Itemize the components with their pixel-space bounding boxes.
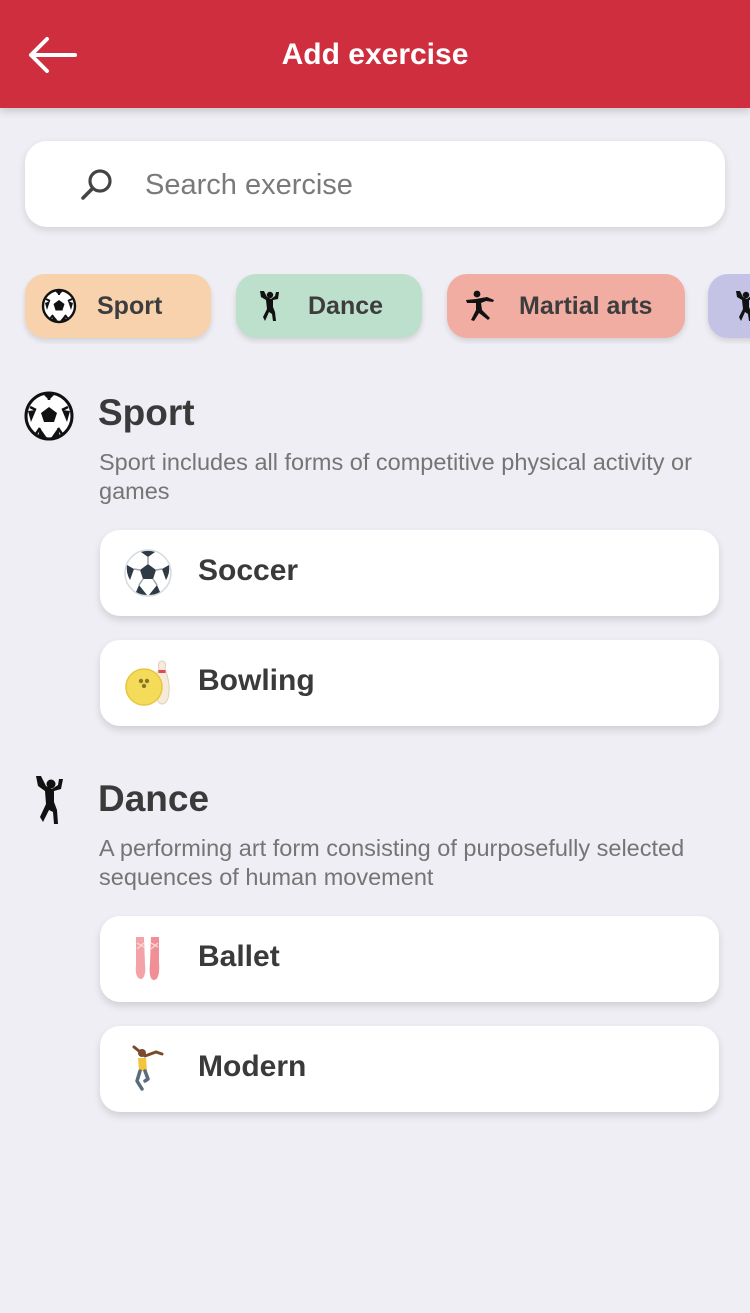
search-input[interactable]	[143, 161, 707, 209]
search-icon	[81, 169, 112, 200]
bowling-icon	[125, 660, 170, 706]
exercise-item-soccer[interactable]: Soccer	[100, 530, 719, 616]
chip-label: Dance	[308, 291, 384, 320]
chip-sport[interactable]: Sport	[25, 274, 211, 338]
exercise-item-ballet[interactable]: Ballet	[100, 916, 719, 1002]
section-description: Sport includes all forms of competitive …	[99, 449, 692, 504]
exercise-label: Ballet	[198, 940, 280, 973]
dancer-icon	[36, 776, 63, 824]
soccer-ball-icon	[124, 549, 172, 597]
exercise-label: Modern	[198, 1050, 307, 1083]
person-icon	[736, 291, 750, 321]
ballet-shoes-icon	[135, 937, 160, 980]
exercise-item-bowling[interactable]: Bowling	[100, 640, 719, 726]
chip-martial-arts[interactable]: Martial arts	[447, 274, 685, 338]
exercise-label: Soccer	[198, 554, 299, 587]
exercise-item-modern[interactable]: Modern	[100, 1026, 719, 1112]
chip-more[interactable]	[708, 274, 750, 338]
app-header: Add exercise	[0, 0, 750, 108]
category-chips: Sport Dance Martial arts	[0, 274, 750, 344]
soccer-ball-icon	[24, 391, 74, 441]
chip-label: Martial arts	[519, 291, 653, 320]
page-title: Add exercise	[281, 38, 469, 71]
chip-label: Sport	[97, 291, 163, 320]
soccer-ball-icon	[41, 288, 77, 324]
search-bar[interactable]	[25, 141, 725, 227]
martial-arts-icon	[466, 290, 494, 321]
section-title: Sport	[98, 392, 195, 433]
chip-dance[interactable]: Dance	[236, 274, 422, 338]
modern-dancer-icon	[132, 1045, 164, 1091]
section-title: Dance	[98, 778, 210, 819]
exercise-label: Bowling	[198, 664, 315, 697]
section-description: A performing art form consisting of purp…	[99, 835, 685, 890]
dancer-icon	[260, 291, 279, 321]
